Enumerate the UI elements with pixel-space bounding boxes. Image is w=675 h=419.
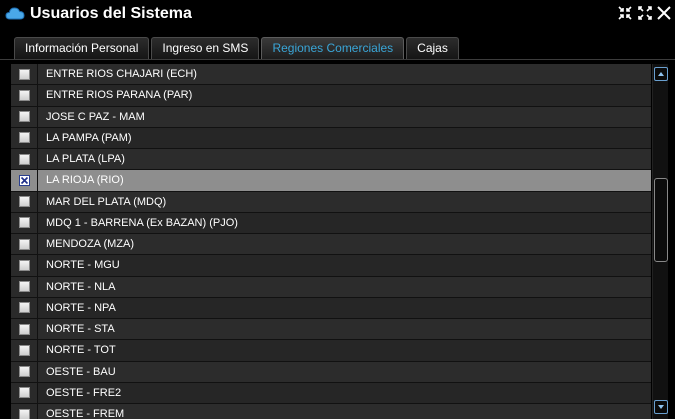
region-checkbox[interactable] [18, 111, 30, 123]
region-label: MAR DEL PLATA (MDQ) [38, 191, 651, 212]
region-row[interactable]: NORTE - MGU [11, 255, 651, 277]
region-row[interactable]: OESTE - FRE2 [11, 382, 651, 404]
collapse-icon[interactable] [618, 6, 632, 20]
region-label: OESTE - BAU [38, 361, 651, 382]
checkbox-cell [11, 149, 38, 170]
tab-regiones-comerciales[interactable]: Regiones Comerciales [261, 37, 405, 60]
region-checkbox[interactable] [18, 281, 30, 293]
region-label: LA PAMPA (PAM) [38, 127, 651, 148]
region-row[interactable]: LA PAMPA (PAM) [11, 127, 651, 149]
region-checkbox[interactable] [18, 344, 30, 356]
tab-ingreso-sms[interactable]: Ingreso en SMS [151, 37, 260, 60]
region-checkbox[interactable] [18, 323, 30, 335]
region-label: LA RIOJA (RIO) [38, 170, 651, 191]
tab-divider [0, 59, 675, 60]
region-label: NORTE - MGU [38, 255, 651, 276]
region-label: OESTE - FRE2 [38, 382, 651, 403]
checkbox-cell [11, 404, 38, 419]
checkbox-cell [11, 212, 38, 233]
cloud-icon [5, 5, 25, 21]
region-label: NORTE - TOT [38, 340, 651, 361]
region-row[interactable]: NORTE - NLA [11, 276, 651, 298]
checkbox-cell [11, 361, 38, 382]
region-checkbox[interactable] [18, 89, 30, 101]
checkbox-cell [11, 127, 38, 148]
region-row[interactable]: NORTE - STA [11, 319, 651, 341]
checkbox-cell [11, 170, 38, 191]
checkbox-cell [11, 297, 38, 318]
region-row[interactable]: OESTE - BAU [11, 361, 651, 383]
checkbox-cell [11, 64, 38, 85]
checkbox-cell [11, 340, 38, 361]
region-label: NORTE - NLA [38, 276, 651, 297]
expand-icon[interactable] [638, 6, 652, 20]
scroll-down-icon[interactable] [654, 400, 668, 414]
region-row[interactable]: MDQ 1 - BARRENA (Ex BAZAN) (PJO) [11, 212, 651, 234]
region-row[interactable]: ENTRE RIOS CHAJARI (ECH) [11, 64, 651, 86]
checkbox-cell [11, 234, 38, 255]
region-checkbox[interactable] [18, 408, 30, 419]
region-checkbox[interactable] [18, 238, 30, 250]
tab-informacion-personal[interactable]: Información Personal [14, 37, 150, 60]
region-row[interactable]: MAR DEL PLATA (MDQ) [11, 191, 651, 213]
region-label: MENDOZA (MZA) [38, 234, 651, 255]
region-label: NORTE - NPA [38, 297, 651, 318]
region-checkbox[interactable] [18, 153, 30, 165]
checkbox-cell [11, 191, 38, 212]
region-row[interactable]: NORTE - NPA [11, 297, 651, 319]
scrollbar-thumb[interactable] [654, 178, 668, 262]
checkbox-cell [11, 319, 38, 340]
regions-list: ENTRE RIOS CHAJARI (ECH) ENTRE RIOS PARAN… [11, 64, 651, 419]
region-row[interactable]: LA PLATA (LPA) [11, 149, 651, 171]
region-label: NORTE - STA [38, 319, 651, 340]
region-row[interactable]: MENDOZA (MZA) [11, 234, 651, 256]
checkbox-cell [11, 382, 38, 403]
region-checkbox[interactable] [18, 68, 30, 80]
region-label: LA PLATA (LPA) [38, 149, 651, 170]
scroll-up-icon[interactable] [654, 67, 668, 81]
region-row[interactable]: ENTRE RIOS PARANA (PAR) [11, 85, 651, 107]
tab-cajas[interactable]: Cajas [406, 37, 459, 60]
region-checkbox[interactable] [18, 366, 30, 378]
checkbox-cell [11, 85, 38, 106]
region-label: JOSE C PAZ - MAM [38, 106, 651, 127]
region-row[interactable]: JOSE C PAZ - MAM [11, 106, 651, 128]
region-checkbox[interactable] [18, 302, 30, 314]
region-checkbox-checked[interactable] [18, 174, 30, 186]
region-checkbox[interactable] [18, 387, 30, 399]
checkbox-cell [11, 255, 38, 276]
region-checkbox[interactable] [18, 132, 30, 144]
title-bar: Usuarios del Sistema [0, 0, 675, 30]
region-label: ENTRE RIOS CHAJARI (ECH) [38, 64, 651, 85]
tab-bar: Información Personal Ingreso en SMS Regi… [14, 37, 461, 60]
region-checkbox[interactable] [18, 217, 30, 229]
region-row[interactable]: OESTE - FREM [11, 404, 651, 419]
region-label: ENTRE RIOS PARANA (PAR) [38, 85, 651, 106]
checkbox-cell [11, 276, 38, 297]
close-icon[interactable] [657, 6, 671, 20]
checkbox-cell [11, 106, 38, 127]
region-label: MDQ 1 - BARRENA (Ex BAZAN) (PJO) [38, 212, 651, 233]
region-row[interactable]: LA RIOJA (RIO) [11, 170, 651, 192]
region-label: OESTE - FREM [38, 404, 651, 419]
vertical-scrollbar[interactable] [652, 64, 668, 419]
region-row[interactable]: NORTE - TOT [11, 340, 651, 362]
region-checkbox[interactable] [18, 196, 30, 208]
region-checkbox[interactable] [18, 259, 30, 271]
window-title: Usuarios del Sistema [30, 5, 192, 22]
